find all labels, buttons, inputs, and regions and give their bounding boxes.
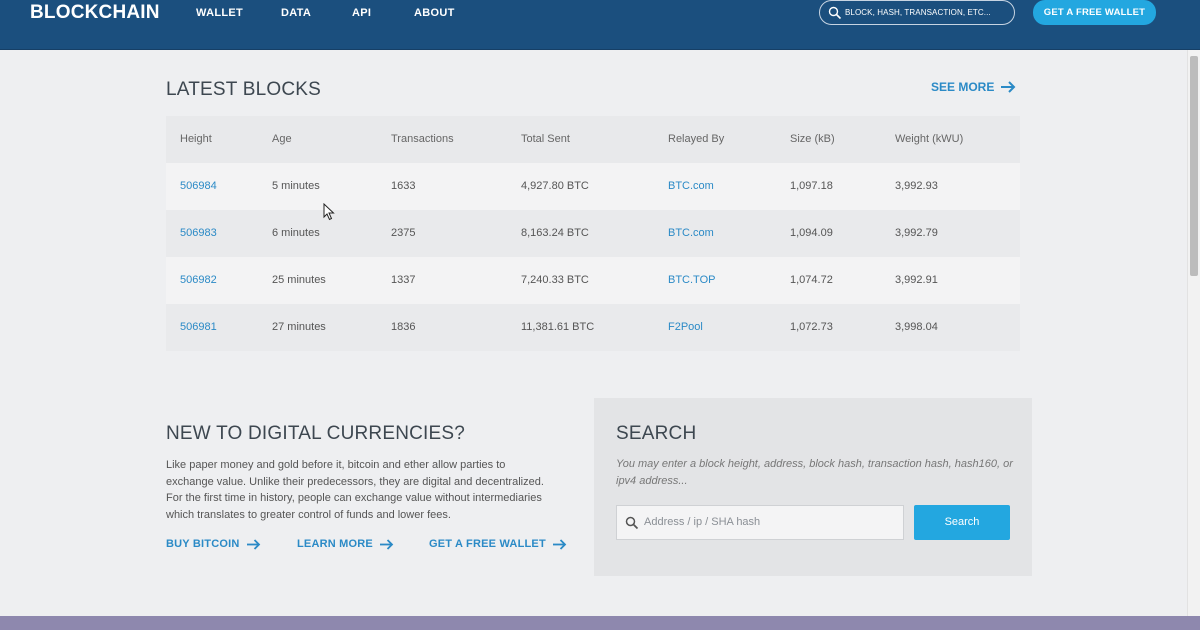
- buy-bitcoin-link[interactable]: BUY BITCOIN: [166, 538, 261, 550]
- get-free-wallet-label: GET A FREE WALLET: [429, 538, 546, 550]
- search-hint: You may enter a block height, address, b…: [616, 458, 1013, 487]
- blockchain-logo[interactable]: BLOCKCHAIN: [30, 2, 160, 24]
- column-header-age: Age: [272, 133, 292, 145]
- mouse-cursor-icon: [323, 203, 335, 221]
- search-icon: [828, 6, 842, 20]
- nav-wallet[interactable]: WALLET: [196, 7, 243, 19]
- column-header-transactions: Transactions: [391, 133, 454, 145]
- block-age: 6 minutes: [272, 227, 320, 239]
- buy-bitcoin-label: BUY BITCOIN: [166, 538, 240, 550]
- scrollbar-thumb[interactable]: [1190, 56, 1198, 276]
- block-age: 27 minutes: [272, 321, 326, 333]
- new-to-digital-currencies-title: NEW TO DIGITAL CURRENCIES?: [166, 423, 466, 444]
- column-header-size: Size (kB): [790, 133, 835, 145]
- block-height-link[interactable]: 506981: [180, 304, 217, 351]
- arrow-right-icon: [379, 538, 394, 550]
- learn-more-label: LEARN MORE: [297, 538, 373, 550]
- top-navbar: BLOCKCHAIN WALLET DATA API ABOUT BLOCK, …: [0, 0, 1200, 50]
- block-weight: 3,992.91: [895, 274, 938, 286]
- column-header-height: Height: [180, 133, 212, 145]
- nav-about[interactable]: ABOUT: [414, 7, 455, 19]
- search-button[interactable]: Search: [914, 505, 1010, 540]
- table-header-row: Height Age Transactions Total Sent Relay…: [166, 116, 1020, 163]
- block-weight: 3,992.93: [895, 180, 938, 192]
- block-height-link[interactable]: 506984: [180, 163, 217, 210]
- nav-api[interactable]: API: [352, 7, 371, 19]
- block-age: 25 minutes: [272, 274, 326, 286]
- get-free-wallet-button[interactable]: GET A FREE WALLET: [1033, 0, 1156, 25]
- relayed-by-link[interactable]: BTC.com: [668, 163, 714, 210]
- nav-data[interactable]: DATA: [281, 7, 311, 19]
- block-size: 1,074.72: [790, 274, 833, 286]
- block-size: 1,097.18: [790, 180, 833, 192]
- column-header-total-sent: Total Sent: [521, 133, 570, 145]
- latest-blocks-table: Height Age Transactions Total Sent Relay…: [166, 116, 1020, 351]
- column-header-relayed-by: Relayed By: [668, 133, 725, 145]
- header-search-placeholder: BLOCK, HASH, TRANSACTION, ETC...: [845, 8, 991, 17]
- page-scrollbar[interactable]: [1187, 50, 1200, 616]
- relayed-by-link[interactable]: BTC.TOP: [668, 257, 715, 304]
- block-transactions: 2375: [391, 227, 416, 239]
- arrow-right-icon: [246, 538, 260, 550]
- block-total-sent: 11,381.61 BTC: [521, 321, 595, 333]
- search-icon: [625, 516, 639, 530]
- table-row: 506983 6 minutes 2375 8,163.24 BTC BTC.c…: [166, 210, 1020, 257]
- search-panel: SEARCH You may enter a block height, add…: [594, 398, 1032, 576]
- block-total-sent: 4,927.80 BTC: [521, 180, 589, 192]
- footer-strip: [0, 616, 1200, 630]
- arrow-right-icon: [1001, 81, 1016, 93]
- block-height-link[interactable]: 506983: [180, 210, 217, 257]
- table-row: 506984 5 minutes 1633 4,927.80 BTC BTC.c…: [166, 163, 1020, 210]
- intro-paragraph: Like paper money and gold before it, bit…: [166, 459, 544, 521]
- relayed-by-link[interactable]: F2Pool: [668, 304, 703, 351]
- block-transactions: 1337: [391, 274, 416, 286]
- block-size: 1,072.73: [790, 321, 833, 333]
- block-height-link[interactable]: 506982: [180, 257, 217, 304]
- see-more-label: SEE MORE: [931, 80, 995, 94]
- block-size: 1,094.09: [790, 227, 833, 239]
- arrow-right-icon: [552, 538, 567, 550]
- block-weight: 3,998.04: [895, 321, 938, 333]
- block-total-sent: 8,163.24 BTC: [521, 227, 589, 239]
- block-transactions: 1633: [391, 180, 416, 192]
- get-free-wallet-link[interactable]: GET A FREE WALLET: [429, 538, 567, 550]
- latest-blocks-title: LATEST BLOCKS: [166, 79, 322, 100]
- block-total-sent: 7,240.33 BTC: [521, 274, 589, 286]
- column-header-weight: Weight (kWU): [895, 133, 964, 145]
- learn-more-link[interactable]: LEARN MORE: [297, 538, 394, 550]
- block-weight: 3,992.79: [895, 227, 938, 239]
- search-title: SEARCH: [616, 423, 697, 444]
- relayed-by-link[interactable]: BTC.com: [668, 210, 714, 257]
- address-search-input[interactable]: Address / ip / SHA hash: [616, 505, 904, 540]
- block-transactions: 1836: [391, 321, 416, 333]
- block-age: 5 minutes: [272, 180, 320, 192]
- table-row: 506982 25 minutes 1337 7,240.33 BTC BTC.…: [166, 257, 1020, 304]
- search-placeholder: Address / ip / SHA hash: [644, 516, 761, 528]
- table-row: 506981 27 minutes 1836 11,381.61 BTC F2P…: [166, 304, 1020, 351]
- header-search-input[interactable]: BLOCK, HASH, TRANSACTION, ETC...: [819, 0, 1015, 25]
- see-more-link[interactable]: SEE MORE: [931, 80, 1016, 94]
